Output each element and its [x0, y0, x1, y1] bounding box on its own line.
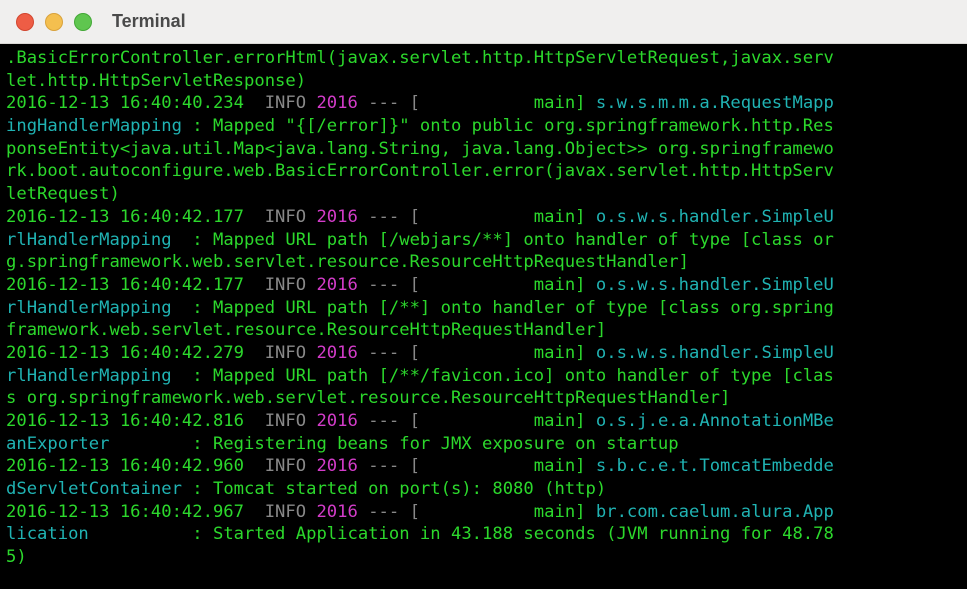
terminal-line: dServletContainer : Tomcat started on po…	[6, 478, 967, 501]
terminal-line: rlHandlerMapping : Mapped URL path [/web…	[6, 229, 967, 252]
logger-name: br.com.caelum.alura.App	[595, 501, 834, 522]
log-text: main]	[533, 342, 596, 363]
terminal-line: rlHandlerMapping : Mapped URL path [/**]…	[6, 297, 967, 320]
log-text: : Registering beans for JMX exposure on …	[109, 433, 679, 454]
log-text: main]	[533, 206, 596, 227]
logger-name: s.b.c.e.t.TomcatEmbedde	[595, 456, 834, 477]
logger-name: dServletContainer	[6, 479, 182, 500]
log-text: 2016-12-13 16:40:40.234	[6, 93, 265, 114]
log-text: : Mapped URL path [/**/favicon.ico] onto…	[171, 365, 834, 386]
logger-name: o.s.w.s.handler.SimpleU	[595, 342, 834, 363]
logger-name: o.s.j.e.a.AnnotationMBe	[595, 411, 834, 431]
log-text: main]	[533, 93, 596, 114]
log-text: 2016-12-13 16:40:42.177	[6, 206, 265, 227]
log-text: g.springframework.web.servlet.resource.R…	[6, 252, 689, 273]
separator: --- [	[357, 342, 534, 363]
process-id: 2016	[316, 274, 358, 295]
close-button[interactable]	[16, 13, 34, 31]
separator: --- [	[357, 93, 534, 114]
log-text: 2016-12-13 16:40:42.967	[6, 501, 265, 522]
terminal-line: rk.boot.autoconfigure.web.BasicErrorCont…	[6, 160, 967, 183]
terminal-line: letRequest)	[6, 183, 967, 206]
log-text: 2016-12-13 16:40:42.279	[6, 342, 265, 363]
terminal-line: rlHandlerMapping : Mapped URL path [/**/…	[6, 365, 967, 388]
log-text: 5)	[6, 547, 27, 568]
terminal-line: ponseEntity<java.util.Map<java.lang.Stri…	[6, 138, 967, 161]
terminal-line: let.http.HttpServletResponse)	[6, 70, 967, 93]
log-text: letRequest)	[6, 184, 120, 205]
title-bar[interactable]: Terminal	[0, 0, 967, 44]
terminal-line: 5)	[6, 546, 967, 569]
terminal-line: ingHandlerMapping : Mapped "{[/error]}" …	[6, 115, 967, 138]
logger-name: o.s.w.s.handler.SimpleU	[595, 206, 834, 227]
terminal-line: s org.springframework.web.servlet.resour…	[6, 387, 967, 410]
log-text: : Mapped "{[/error]}" onto public org.sp…	[181, 116, 834, 137]
maximize-button[interactable]	[74, 13, 92, 31]
log-text: : Started Application in 43.188 seconds …	[88, 524, 834, 545]
terminal-line: 2016-12-13 16:40:40.234 INFO 2016 --- [ …	[6, 92, 967, 115]
log-text: 2016-12-13 16:40:42.960	[6, 456, 265, 477]
terminal-line: 2016-12-13 16:40:42.967 INFO 2016 --- [ …	[6, 501, 967, 524]
log-text: ponseEntity<java.util.Map<java.lang.Stri…	[6, 138, 834, 159]
log-text: s org.springframework.web.servlet.resour…	[6, 388, 731, 409]
terminal-output[interactable]: .BasicErrorController.errorHtml(javax.se…	[6, 47, 967, 589]
log-text: : Mapped URL path [/**] onto handler of …	[171, 297, 834, 318]
log-text: let.http.HttpServletResponse)	[6, 70, 307, 91]
log-level: INFO	[264, 206, 317, 227]
logger-name: s.w.s.m.m.a.RequestMapp	[595, 93, 834, 114]
terminal-window: Terminal .BasicErrorController.errorHtml…	[0, 0, 967, 589]
separator: --- [	[357, 206, 534, 227]
log-level: INFO	[264, 456, 317, 477]
log-level: INFO	[264, 274, 317, 295]
logger-name: lication	[6, 524, 89, 545]
log-text: main]	[533, 411, 596, 431]
process-id: 2016	[316, 456, 358, 477]
terminal-line: 2016-12-13 16:40:42.177 INFO 2016 --- [ …	[6, 274, 967, 297]
log-level: INFO	[264, 342, 317, 363]
log-text: main]	[533, 501, 596, 522]
log-text: framework.web.servlet.resource.ResourceH…	[6, 320, 607, 341]
log-text: main]	[533, 274, 596, 295]
log-text: rk.boot.autoconfigure.web.BasicErrorCont…	[6, 161, 834, 182]
logger-name: rlHandlerMapping	[6, 297, 172, 318]
process-id: 2016	[316, 342, 358, 363]
log-level: INFO	[264, 93, 317, 114]
log-text: 2016-12-13 16:40:42.177	[6, 274, 265, 295]
terminal-line: 2016-12-13 16:40:42.816 INFO 2016 --- [ …	[6, 410, 967, 433]
process-id: 2016	[316, 93, 358, 114]
terminal-line: 2016-12-13 16:40:42.279 INFO 2016 --- [ …	[6, 342, 967, 365]
terminal-line: lication : Started Application in 43.188…	[6, 523, 967, 546]
terminal-line: 2016-12-13 16:40:42.177 INFO 2016 --- [ …	[6, 206, 967, 229]
logger-name: rlHandlerMapping	[6, 229, 172, 250]
separator: --- [	[357, 274, 534, 295]
log-text: : Tomcat started on port(s): 8080 (http)	[181, 479, 607, 500]
terminal-line: .BasicErrorController.errorHtml(javax.se…	[6, 47, 967, 70]
process-id: 2016	[316, 206, 358, 227]
terminal-line: g.springframework.web.servlet.resource.R…	[6, 251, 967, 274]
terminal-line: framework.web.servlet.resource.ResourceH…	[6, 319, 967, 342]
log-text: .BasicErrorController.errorHtml(javax.se…	[6, 48, 834, 68]
process-id: 2016	[316, 411, 358, 431]
minimize-button[interactable]	[45, 13, 63, 31]
window-title: Terminal	[112, 11, 186, 31]
log-level: INFO	[264, 411, 317, 431]
logger-name: ingHandlerMapping	[6, 116, 182, 137]
logger-name: anExporter	[6, 433, 110, 454]
logger-name: o.s.w.s.handler.SimpleU	[595, 274, 834, 295]
log-text: : Mapped URL path [/webjars/**] onto han…	[171, 229, 834, 250]
terminal-line: 2016-12-13 16:40:42.960 INFO 2016 --- [ …	[6, 455, 967, 478]
separator: --- [	[357, 411, 534, 431]
terminal-line: anExporter : Registering beans for JMX e…	[6, 433, 967, 456]
logger-name: rlHandlerMapping	[6, 365, 172, 386]
separator: --- [	[357, 456, 534, 477]
process-id: 2016	[316, 501, 358, 522]
log-text: main]	[533, 456, 596, 477]
log-text: 2016-12-13 16:40:42.816	[6, 411, 265, 431]
separator: --- [	[357, 501, 534, 522]
log-level: INFO	[264, 501, 317, 522]
